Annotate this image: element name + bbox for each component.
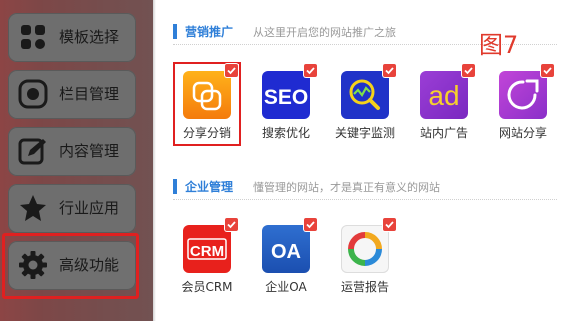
app-name: 关键字监测 xyxy=(334,126,395,140)
checked-badge-icon xyxy=(304,218,317,231)
section-title: 企业管理 xyxy=(185,180,234,194)
svg-text:ad: ad xyxy=(428,80,459,111)
app-ops-report[interactable]: 运营报告 xyxy=(331,216,409,300)
app-name: 网站分享 xyxy=(498,126,547,140)
sidebar-item-template[interactable]: 模板选择 xyxy=(8,13,136,62)
section-description: 从这里开启您的网站推广之旅 xyxy=(253,26,396,39)
checked-badge-icon xyxy=(225,64,238,77)
app-share-distribution[interactable]: 分享分销 xyxy=(173,62,251,146)
sidebar-item-label: 行业应用 xyxy=(59,199,120,217)
figure-label: 图7 xyxy=(479,31,519,59)
checked-badge-icon xyxy=(462,64,475,77)
divider xyxy=(173,199,557,200)
sidebar-item-label: 内容管理 xyxy=(59,142,120,160)
seo-icon: SEO xyxy=(262,71,310,119)
svg-text:SEO: SEO xyxy=(264,86,308,109)
app-panel: 营销推广 从这里开启您的网站推广之旅 图7 分享分销 SEO 搜索优化 关键字监… xyxy=(153,0,577,321)
sidebar-item-label: 模板选择 xyxy=(59,28,120,46)
checked-badge-icon xyxy=(225,218,238,231)
highlight-frame xyxy=(2,233,139,299)
record-icon xyxy=(18,79,48,109)
pencil-icon xyxy=(18,138,46,165)
checked-badge-icon xyxy=(541,64,554,77)
app-name: 站内广告 xyxy=(419,126,468,140)
svg-text:OA: OA xyxy=(271,241,301,263)
sidebar-item-label: 栏目管理 xyxy=(59,85,120,103)
sidebar-item-columns[interactable]: 栏目管理 xyxy=(8,70,136,119)
app-name: 运营报告 xyxy=(340,280,389,294)
checked-badge-icon xyxy=(304,64,317,77)
svg-text:CRM: CRM xyxy=(190,243,224,260)
app-name: 分享分销 xyxy=(182,126,231,140)
app-oa[interactable]: OA 企业OA xyxy=(252,216,330,300)
app-crm[interactable]: CRM 会员CRM xyxy=(173,216,251,300)
section-accent-bar xyxy=(173,179,177,194)
checked-badge-icon xyxy=(383,64,396,77)
app-site-share[interactable]: 网站分享 xyxy=(489,62,567,146)
grid-icon xyxy=(21,25,45,49)
app-name: 会员CRM xyxy=(181,280,233,294)
report-icon xyxy=(341,225,389,273)
crm-icon: CRM xyxy=(183,225,231,273)
checked-badge-icon xyxy=(383,218,396,231)
sidebar: 模板选择 栏目管理 内容管理 行业应用 高级功能 xyxy=(0,0,153,321)
app-onsite-ad[interactable]: ad 站内广告 xyxy=(410,62,488,146)
ad-icon: ad xyxy=(420,71,468,119)
sidebar-item-content[interactable]: 内容管理 xyxy=(8,127,136,176)
star-icon xyxy=(20,195,46,221)
keyword-monitor-icon xyxy=(341,71,389,119)
app-keyword-monitor[interactable]: 关键字监测 xyxy=(331,62,409,146)
section-accent-bar xyxy=(173,24,177,39)
site-share-icon xyxy=(499,71,547,119)
app-name: 企业OA xyxy=(265,280,307,294)
oa-icon: OA xyxy=(262,225,310,273)
app-name: 搜索优化 xyxy=(261,126,310,140)
section-title: 营销推广 xyxy=(185,25,234,39)
app-seo[interactable]: SEO 搜索优化 xyxy=(252,62,330,146)
share-distribution-icon xyxy=(183,71,231,119)
sidebar-item-industry[interactable]: 行业应用 xyxy=(8,184,136,233)
section-description: 懂管理的网站，才是真正有意义的网站 xyxy=(253,181,440,194)
